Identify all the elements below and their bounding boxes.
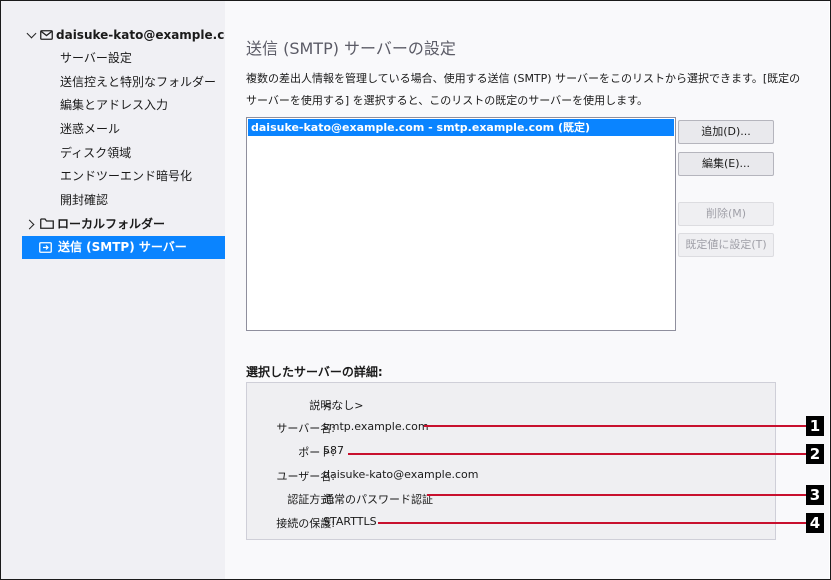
edit-button[interactable]: 編集(E)... [678, 152, 774, 176]
account-label: daisuke-kato@example.com [56, 28, 246, 42]
sidebar-item-copies-folders[interactable]: 送信控えと特別なフォルダー [60, 71, 216, 93]
mail-icon [40, 30, 53, 40]
sidebar-item-e2e-encryption[interactable]: エンドツーエンド暗号化 [60, 165, 192, 187]
sidebar-item-label: 送信控えと特別なフォルダー [60, 75, 217, 89]
callout-line-1 [424, 425, 806, 427]
delete-button[interactable]: 削除(M) [678, 202, 774, 226]
callout-line-3 [427, 494, 806, 496]
description-value: <なし> [323, 399, 364, 412]
callout-badge-3: 3 [806, 485, 824, 505]
sidebar-item-junk[interactable]: 迷惑メール [60, 118, 120, 140]
main-panel: 送信 (SMTP) サーバーの設定 複数の差出人情報を管理している場合、使用する… [225, 1, 829, 579]
callout-badge-1: 1 [806, 416, 824, 436]
port-value: 587 [323, 444, 344, 457]
chevron-right-icon[interactable] [24, 219, 35, 230]
callout-badge-2: 2 [806, 444, 824, 464]
server-name-value: smtp.example.com [323, 420, 429, 433]
list-item[interactable]: daisuke-kato@example.com - smtp.example.… [248, 119, 674, 136]
sidebar-item-label: 編集とアドレス入力 [60, 98, 169, 112]
sidebar-item-label: エンドツーエンド暗号化 [60, 169, 193, 183]
auth-method-value: 通常のパスワード認証 [323, 493, 433, 506]
smtp-label: 送信 (SMTP) サーバー [58, 240, 187, 254]
set-default-button[interactable]: 既定値に設定(T) [678, 233, 774, 257]
outgoing-server-icon [39, 242, 52, 253]
smtp-server-list[interactable]: daisuke-kato@example.com - smtp.example.… [246, 117, 676, 331]
sidebar-item-label: 迷惑メール [60, 122, 121, 136]
local-folders-label: ローカルフォルダー [57, 217, 166, 231]
sidebar-item-label: サーバー設定 [60, 51, 132, 65]
details-heading: 選択したサーバーの詳細: [246, 365, 383, 379]
page-description: 複数の差出人情報を管理している場合、使用する送信 (SMTP) サーバーをこのリ… [246, 72, 801, 107]
callout-line-4 [378, 522, 806, 524]
callout-line-2 [348, 453, 806, 455]
sidebar-item-composition[interactable]: 編集とアドレス入力 [60, 94, 168, 116]
connection-security-value: STARTTLS [323, 515, 377, 528]
sidebar-item-label: 開封確認 [60, 193, 109, 207]
folder-icon [40, 218, 54, 229]
sidebar-item-server-settings[interactable]: サーバー設定 [60, 47, 132, 69]
callout-badge-4: 4 [806, 513, 824, 533]
page-title: 送信 (SMTP) サーバーの設定 [246, 39, 456, 58]
sidebar-item-receipts[interactable]: 開封確認 [60, 189, 108, 211]
add-button[interactable]: 追加(D)... [678, 120, 774, 144]
chevron-down-icon[interactable] [26, 28, 37, 39]
details-panel: 説明: <なし> サーバー名: smtp.example.com ポート: 58… [246, 382, 776, 540]
sidebar-item-label: ディスク領域 [60, 146, 132, 160]
user-name-value: daisuke-kato@example.com [323, 468, 479, 481]
sidebar: daisuke-kato@example.com サーバー設定 送信控えと特別な… [1, 1, 245, 579]
sidebar-item-disk-space[interactable]: ディスク領域 [60, 142, 131, 164]
sidebar-item-smtp[interactable]: 送信 (SMTP) サーバー [22, 236, 225, 259]
